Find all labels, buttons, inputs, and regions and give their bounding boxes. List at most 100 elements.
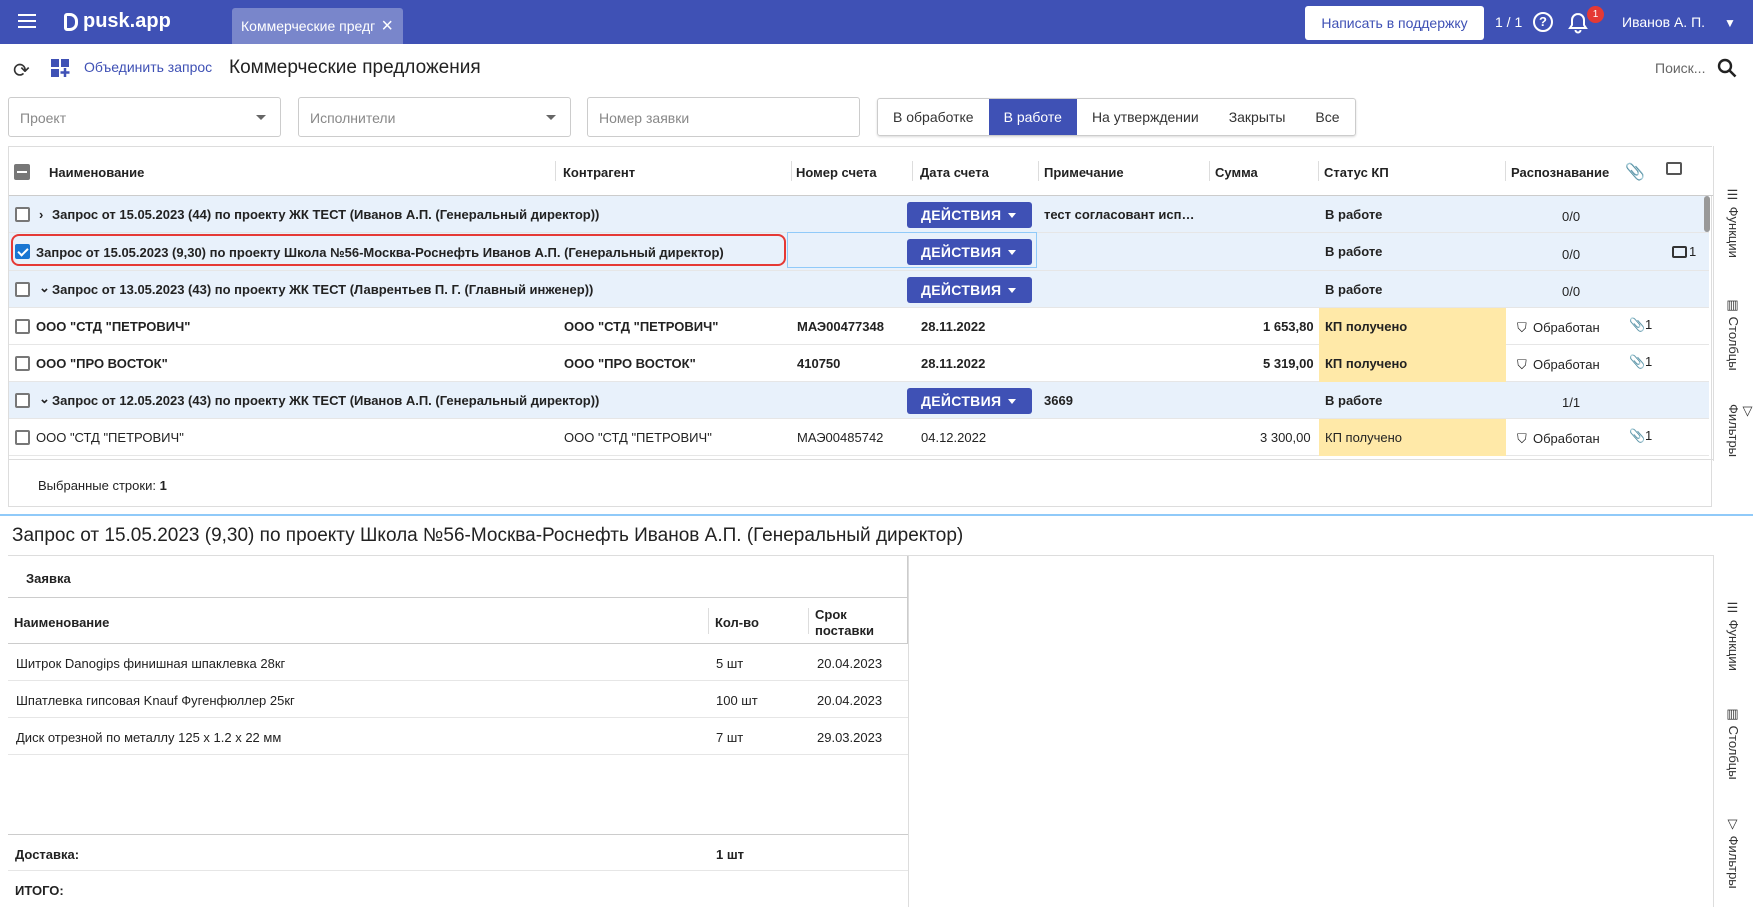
row-status: В работе <box>1325 393 1383 408</box>
tab-all[interactable]: Все <box>1300 99 1354 135</box>
table-row[interactable]: ООО "СТД "ПЕТРОВИЧ" ООО "СТД "ПЕТРОВИЧ" … <box>9 308 1709 345</box>
item-name: Шитрок Danogips финишная шпаклевка 28кг <box>16 656 286 671</box>
app-logo[interactable]: pusk.app <box>64 10 171 33</box>
request-items-table: Заявка Наименование Кол-во Срок поставки… <box>8 555 908 907</box>
support-button[interactable]: Написать в поддержку <box>1305 6 1484 40</box>
table-scrollbar[interactable] <box>1704 196 1710 232</box>
merge-grid-icon[interactable] <box>50 58 70 78</box>
attachment-icon[interactable]: 📎 <box>1629 317 1645 333</box>
side-tab-filters[interactable]: ▽ Фильтры <box>1726 404 1753 459</box>
row-status: В работе <box>1325 244 1383 259</box>
col-delivery-date[interactable]: Срок поставки <box>815 607 885 639</box>
tab-approval[interactable]: На утверждении <box>1077 99 1214 135</box>
detail-side-panel: ☰ Функции ▥ Столбцы ▽ Фильтры <box>1713 555 1753 907</box>
close-icon[interactable]: × <box>381 16 393 36</box>
row-note: 3669 <box>1044 393 1073 408</box>
refresh-icon[interactable]: ⟳ <box>13 58 30 83</box>
col-item-name[interactable]: Наименование <box>14 615 109 630</box>
actions-button[interactable]: ДЕЙСТВИЯ <box>907 202 1032 228</box>
item-row[interactable]: Шпатлевка гипсовая Knauf Фугенфюллер 25к… <box>8 681 908 718</box>
pager-indicator: 1 / 1 <box>1495 14 1523 30</box>
attachment-icon[interactable]: 📎 <box>1625 162 1645 182</box>
comment-icon[interactable] <box>1672 246 1687 258</box>
side-tab-filters-label: Фильтры <box>1726 835 1741 889</box>
selected-rows-status: Выбранные строки: 1 <box>38 478 167 493</box>
side-tab-functions[interactable]: ☰ Функции <box>1726 601 1741 671</box>
side-tab-functions[interactable]: ☰ Функции <box>1726 188 1741 258</box>
delivery-row: Доставка: 1 шт <box>8 834 908 871</box>
tab-commercial-offers[interactable]: Коммерческие предг × <box>232 8 403 44</box>
row-recognition: 0/0 <box>1562 209 1581 224</box>
menu-icon[interactable] <box>18 14 40 30</box>
attachment-count: 1 <box>1645 317 1653 332</box>
search-icon[interactable] <box>1717 58 1737 78</box>
row-status: КП получено <box>1325 430 1403 445</box>
row-name: Запрос от 15.05.2023 (44) по проекту ЖК … <box>52 207 600 222</box>
col-quantity[interactable]: Кол-во <box>715 615 759 630</box>
table-row[interactable]: ООО "СТД "ПЕТРОВИЧ" ООО "СТД "ПЕТРОВИЧ" … <box>9 419 1709 456</box>
side-tab-columns[interactable]: ▥ Столбцы <box>1726 298 1741 371</box>
chevron-down-icon[interactable]: ▼ <box>1724 16 1736 30</box>
side-tab-columns-label: Столбцы <box>1726 316 1741 371</box>
tab-in-processing[interactable]: В обработке <box>878 99 989 135</box>
item-name: Диск отрезной по металлу 125 х 1.2 х 22 … <box>16 730 282 745</box>
logo-text: pusk.app <box>83 10 171 32</box>
col-name[interactable]: Наименование <box>49 165 144 180</box>
user-menu[interactable]: Иванов А. П. <box>1622 14 1705 30</box>
request-number-input[interactable]: Номер заявки <box>587 97 860 137</box>
table-row[interactable]: ⌄ Запрос от 12.05.2023 (43) по проекту Ж… <box>9 382 1709 419</box>
row-checkbox[interactable] <box>15 207 30 222</box>
col-status[interactable]: Статус КП <box>1324 165 1389 180</box>
col-sum[interactable]: Сумма <box>1215 165 1258 180</box>
offers-table: Наименование Контрагент Номер счета Дата… <box>8 146 1713 507</box>
expand-chevron-icon[interactable]: ⌄ <box>39 280 50 296</box>
side-tab-filters-label: Фильтры <box>1726 404 1741 458</box>
attachment-count: 1 <box>1645 354 1653 369</box>
side-tab-filters[interactable]: ▽ Фильтры <box>1726 817 1741 889</box>
expand-chevron-icon[interactable]: ⌄ <box>39 391 50 407</box>
actions-button[interactable]: ДЕЙСТВИЯ <box>907 277 1032 303</box>
total-label: ИТОГО: <box>15 883 64 898</box>
merge-request-link[interactable]: Объединить запрос <box>84 59 212 75</box>
col-recognition[interactable]: Распознавание <box>1511 165 1609 180</box>
row-name: ООО "СТД "ПЕТРОВИЧ" <box>36 319 191 334</box>
executors-select[interactable]: Исполнители <box>298 97 571 137</box>
panel-divider[interactable] <box>0 514 1753 516</box>
actions-button[interactable]: ДЕЙСТВИЯ <box>907 388 1032 414</box>
project-placeholder: Проект <box>20 110 67 126</box>
side-tab-columns[interactable]: ▥ Столбцы <box>1726 707 1741 780</box>
help-icon[interactable]: ? <box>1533 12 1553 32</box>
col-contractor[interactable]: Контрагент <box>563 165 635 180</box>
row-status: КП получено <box>1325 356 1408 371</box>
comment-icon[interactable] <box>1666 162 1682 175</box>
row-checkbox[interactable] <box>15 319 30 334</box>
row-checkbox[interactable] <box>15 430 30 445</box>
status-tabs: В обработке В работе На утверждении Закр… <box>877 98 1356 136</box>
attachment-icon[interactable]: 📎 <box>1629 428 1645 444</box>
row-recognition: Обработан <box>1533 431 1600 446</box>
table-row[interactable]: ООО "ПРО ВОСТОК" ООО "ПРО ВОСТОК" 410750… <box>9 345 1709 382</box>
row-name: ООО "СТД "ПЕТРОВИЧ" <box>36 430 184 445</box>
col-invoice-number[interactable]: Номер счета <box>796 165 877 180</box>
select-all-checkbox[interactable] <box>14 164 30 180</box>
tab-closed[interactable]: Закрыты <box>1214 99 1301 135</box>
search-input[interactable]: Поиск... <box>1655 60 1705 76</box>
table-row[interactable]: ⌄ Запрос от 13.05.2023 (43) по проекту Ж… <box>9 271 1709 308</box>
project-select[interactable]: Проект <box>8 97 281 137</box>
item-row[interactable]: Диск отрезной по металлу 125 х 1.2 х 22 … <box>8 718 908 755</box>
attachment-icon[interactable]: 📎 <box>1629 354 1645 370</box>
bell-icon[interactable] <box>1568 12 1588 34</box>
expand-chevron-icon[interactable]: › <box>39 207 43 222</box>
row-name: ООО "ПРО ВОСТОК" <box>36 356 168 371</box>
row-checkbox[interactable] <box>15 393 30 408</box>
logo-icon <box>64 12 78 31</box>
row-checkbox[interactable] <box>15 356 30 371</box>
row-checkbox[interactable] <box>15 282 30 297</box>
col-note[interactable]: Примечание <box>1044 165 1124 180</box>
row-invoice-date: 04.12.2022 <box>921 430 987 445</box>
table-row[interactable]: › Запрос от 15.05.2023 (44) по проекту Ж… <box>9 196 1709 233</box>
tab-in-work[interactable]: В работе <box>988 99 1077 135</box>
item-row[interactable]: Шитрок Danogips финишная шпаклевка 28кг … <box>8 644 908 681</box>
col-invoice-date[interactable]: Дата счета <box>920 165 989 180</box>
group-header: Заявка <box>8 556 908 598</box>
